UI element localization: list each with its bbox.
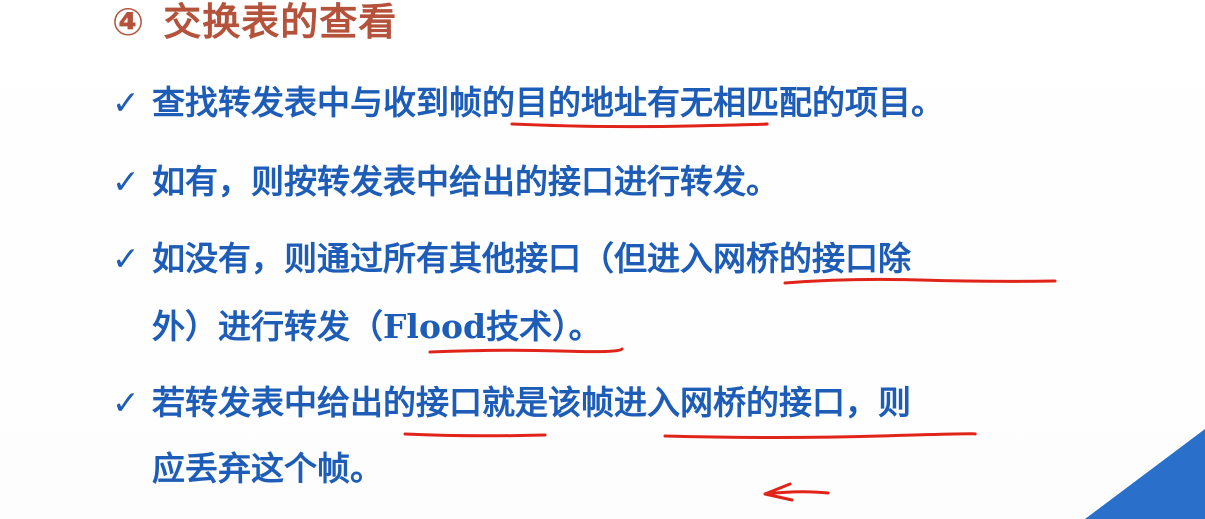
underline-mark [428,347,624,354]
slide: ④ 交换表的查看 ✓ 查找转发表中与收到帧的目的地址有无相匹配的项目。 ✓ 如有，则按… [0,0,1205,519]
arrow-mark [763,482,830,502]
annotation-ink [403,122,1057,502]
corner-decoration [1085,429,1205,519]
underline-mark [510,122,769,129]
underline-mark [783,277,1057,285]
underline-mark [663,432,977,439]
underline-mark [403,432,547,438]
